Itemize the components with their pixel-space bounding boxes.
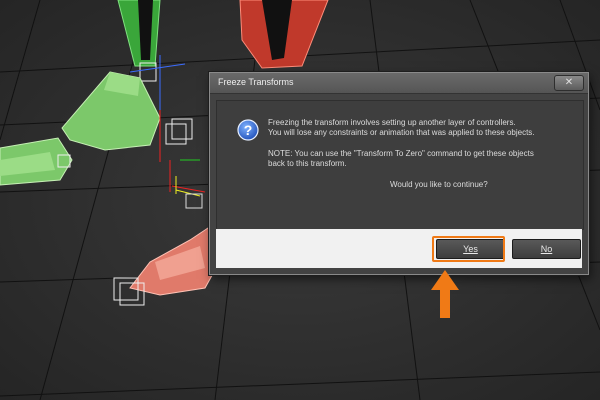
- continue-prompt: Would you like to continue?: [390, 180, 488, 189]
- note-line: NOTE: You can use the "Transform To Zero…: [268, 149, 534, 158]
- close-button[interactable]: ✕: [554, 75, 584, 91]
- question-icon: ?: [237, 119, 259, 141]
- arrow-up-icon: [431, 270, 459, 318]
- note-line: back to this transform.: [268, 159, 347, 168]
- dialog-button-bar: Yes No: [216, 229, 582, 268]
- dialog-message-panel: ? Freezing the transform involves settin…: [216, 100, 584, 230]
- svg-text:?: ?: [244, 122, 253, 138]
- freeze-transforms-dialog: Freeze Transforms ✕ ? Freezing the trans…: [209, 72, 589, 275]
- yes-button[interactable]: Yes: [436, 239, 505, 259]
- dialog-title: Freeze Transforms: [218, 77, 294, 87]
- dialog-titlebar[interactable]: Freeze Transforms ✕: [210, 73, 588, 94]
- message-line: You will lose any constraints or animati…: [268, 128, 535, 137]
- no-button[interactable]: No: [512, 239, 581, 259]
- message-line: Freezing the transform involves setting …: [268, 118, 516, 127]
